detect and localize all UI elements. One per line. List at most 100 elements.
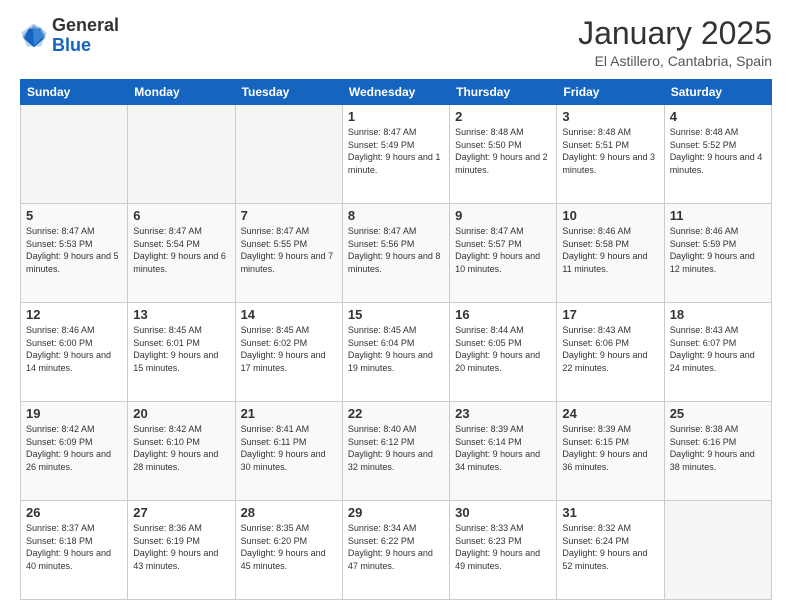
logo-general-text: General: [52, 15, 119, 35]
day-info: Sunrise: 8:40 AMSunset: 6:12 PMDaylight:…: [348, 423, 444, 473]
day-number: 31: [562, 505, 658, 520]
title-section: January 2025 El Astillero, Cantabria, Sp…: [578, 16, 772, 69]
day-number: 23: [455, 406, 551, 421]
day-info: Sunrise: 8:43 AMSunset: 6:06 PMDaylight:…: [562, 324, 658, 374]
header-thursday: Thursday: [450, 80, 557, 105]
table-row: 14Sunrise: 8:45 AMSunset: 6:02 PMDayligh…: [235, 303, 342, 402]
table-row: 17 Sunrise: 8:43 AMSunset: 6:06 PMDayligh…: [557, 303, 664, 402]
header-saturday: Saturday: [664, 80, 771, 105]
day-info: Sunrise: 8:46 AMSunset: 5:58 PMDaylight:…: [562, 225, 658, 275]
table-row: 8 Sunrise: 8:47 AMSunset: 5:56 PMDaylight…: [342, 204, 449, 303]
day-number: 3: [562, 109, 658, 124]
day-number: 4: [670, 109, 766, 124]
table-row: 31 Sunrise: 8:32 AMSunset: 6:24 PMDayligh…: [557, 501, 664, 600]
day-info: Sunrise: 8:46 AMSunset: 6:00 PMDaylight:…: [26, 324, 122, 374]
day-info: Sunrise: 8:34 AMSunset: 6:22 PMDaylight:…: [348, 522, 444, 572]
day-info: Sunrise: 8:45 AMSunset: 6:02 PMDaylight:…: [241, 324, 337, 374]
day-number: 28: [241, 505, 337, 520]
header: General Blue January 2025 El Astillero, …: [20, 16, 772, 69]
day-info: Sunrise: 8:47 AMSunset: 5:54 PMDaylight:…: [133, 225, 229, 275]
day-number: 19: [26, 406, 122, 421]
table-row: 30 Sunrise: 8:33 AMSunset: 6:23 PMDayligh…: [450, 501, 557, 600]
header-friday: Friday: [557, 80, 664, 105]
day-info: Sunrise: 8:47 AMSunset: 5:56 PMDaylight:…: [348, 225, 444, 275]
calendar-week-row: 1 Sunrise: 8:47 AMSunset: 5:49 PMDaylight…: [21, 105, 772, 204]
day-number: 24: [562, 406, 658, 421]
logo-icon: [20, 22, 48, 50]
day-number: 29: [348, 505, 444, 520]
table-row: 29 Sunrise: 8:34 AMSunset: 6:22 PMDayligh…: [342, 501, 449, 600]
day-info: Sunrise: 8:45 AMSunset: 6:04 PMDaylight:…: [348, 324, 444, 374]
day-info: Sunrise: 8:37 AMSunset: 6:18 PMDaylight:…: [26, 522, 122, 572]
table-row: 2Sunrise: 8:48 AMSunset: 5:50 PMDaylight…: [450, 105, 557, 204]
day-info: Sunrise: 8:41 AMSunset: 6:11 PMDaylight:…: [241, 423, 337, 473]
table-row: 9 Sunrise: 8:47 AMSunset: 5:57 PMDaylight…: [450, 204, 557, 303]
table-row: 6Sunrise: 8:47 AMSunset: 5:54 PMDaylight…: [128, 204, 235, 303]
table-row: 25 Sunrise: 8:38 AMSunset: 6:16 PMDayligh…: [664, 402, 771, 501]
day-number: 21: [241, 406, 337, 421]
table-row: [21, 105, 128, 204]
table-row: 12 Sunrise: 8:46 AMSunset: 6:00 PMDayligh…: [21, 303, 128, 402]
table-row: 22 Sunrise: 8:40 AMSunset: 6:12 PMDayligh…: [342, 402, 449, 501]
day-number: 16: [455, 307, 551, 322]
day-info: Sunrise: 8:35 AMSunset: 6:20 PMDaylight:…: [241, 522, 337, 572]
table-row: [235, 105, 342, 204]
day-number: 12: [26, 307, 122, 322]
table-row: 24 Sunrise: 8:39 AMSunset: 6:15 PMDayligh…: [557, 402, 664, 501]
table-row: 27Sunrise: 8:36 AMSunset: 6:19 PMDayligh…: [128, 501, 235, 600]
day-info: Sunrise: 8:46 AMSunset: 5:59 PMDaylight:…: [670, 225, 766, 275]
table-row: 28 Sunrise: 8:35 AMSunset: 6:20 PMDayligh…: [235, 501, 342, 600]
day-info: Sunrise: 8:47 AMSunset: 5:55 PMDaylight:…: [241, 225, 337, 275]
header-wednesday: Wednesday: [342, 80, 449, 105]
page: General Blue January 2025 El Astillero, …: [0, 0, 792, 612]
day-info: Sunrise: 8:44 AMSunset: 6:05 PMDaylight:…: [455, 324, 551, 374]
calendar-week-row: 5Sunrise: 8:47 AMSunset: 5:53 PMDaylight…: [21, 204, 772, 303]
table-row: 15 Sunrise: 8:45 AMSunset: 6:04 PMDayligh…: [342, 303, 449, 402]
month-title: January 2025: [578, 16, 772, 51]
day-number: 17: [562, 307, 658, 322]
day-number: 25: [670, 406, 766, 421]
day-number: 10: [562, 208, 658, 223]
day-number: 11: [670, 208, 766, 223]
table-row: [128, 105, 235, 204]
table-row: 1 Sunrise: 8:47 AMSunset: 5:49 PMDaylight…: [342, 105, 449, 204]
day-info: Sunrise: 8:48 AMSunset: 5:51 PMDaylight:…: [562, 126, 658, 176]
day-number: 9: [455, 208, 551, 223]
location: El Astillero, Cantabria, Spain: [578, 53, 772, 69]
day-info: Sunrise: 8:42 AMSunset: 6:09 PMDaylight:…: [26, 423, 122, 473]
day-info: Sunrise: 8:32 AMSunset: 6:24 PMDaylight:…: [562, 522, 658, 572]
table-row: 16 Sunrise: 8:44 AMSunset: 6:05 PMDayligh…: [450, 303, 557, 402]
day-number: 8: [348, 208, 444, 223]
day-number: 15: [348, 307, 444, 322]
calendar-table: Sunday Monday Tuesday Wednesday Thursday…: [20, 79, 772, 600]
calendar-week-row: 12 Sunrise: 8:46 AMSunset: 6:00 PMDayligh…: [21, 303, 772, 402]
table-row: 26Sunrise: 8:37 AMSunset: 6:18 PMDayligh…: [21, 501, 128, 600]
logo: General Blue: [20, 16, 119, 56]
header-tuesday: Tuesday: [235, 80, 342, 105]
day-number: 20: [133, 406, 229, 421]
day-number: 18: [670, 307, 766, 322]
calendar-week-row: 19 Sunrise: 8:42 AMSunset: 6:09 PMDayligh…: [21, 402, 772, 501]
day-number: 13: [133, 307, 229, 322]
table-row: 11 Sunrise: 8:46 AMSunset: 5:59 PMDayligh…: [664, 204, 771, 303]
day-number: 1: [348, 109, 444, 124]
day-info: Sunrise: 8:47 AMSunset: 5:57 PMDaylight:…: [455, 225, 551, 275]
day-info: Sunrise: 8:43 AMSunset: 6:07 PMDaylight:…: [670, 324, 766, 374]
day-info: Sunrise: 8:39 AMSunset: 6:15 PMDaylight:…: [562, 423, 658, 473]
table-row: 23Sunrise: 8:39 AMSunset: 6:14 PMDayligh…: [450, 402, 557, 501]
logo-blue-text: Blue: [52, 35, 91, 55]
table-row: 4Sunrise: 8:48 AMSunset: 5:52 PMDaylight…: [664, 105, 771, 204]
day-info: Sunrise: 8:33 AMSunset: 6:23 PMDaylight:…: [455, 522, 551, 572]
table-row: 19 Sunrise: 8:42 AMSunset: 6:09 PMDayligh…: [21, 402, 128, 501]
day-info: Sunrise: 8:47 AMSunset: 5:49 PMDaylight:…: [348, 126, 444, 176]
day-number: 5: [26, 208, 122, 223]
day-number: 30: [455, 505, 551, 520]
day-number: 7: [241, 208, 337, 223]
table-row: 5Sunrise: 8:47 AMSunset: 5:53 PMDaylight…: [21, 204, 128, 303]
table-row: 7 Sunrise: 8:47 AMSunset: 5:55 PMDaylight…: [235, 204, 342, 303]
day-number: 22: [348, 406, 444, 421]
table-row: 10 Sunrise: 8:46 AMSunset: 5:58 PMDayligh…: [557, 204, 664, 303]
day-info: Sunrise: 8:38 AMSunset: 6:16 PMDaylight:…: [670, 423, 766, 473]
table-row: 18 Sunrise: 8:43 AMSunset: 6:07 PMDayligh…: [664, 303, 771, 402]
day-info: Sunrise: 8:48 AMSunset: 5:50 PMDaylight:…: [455, 126, 551, 176]
